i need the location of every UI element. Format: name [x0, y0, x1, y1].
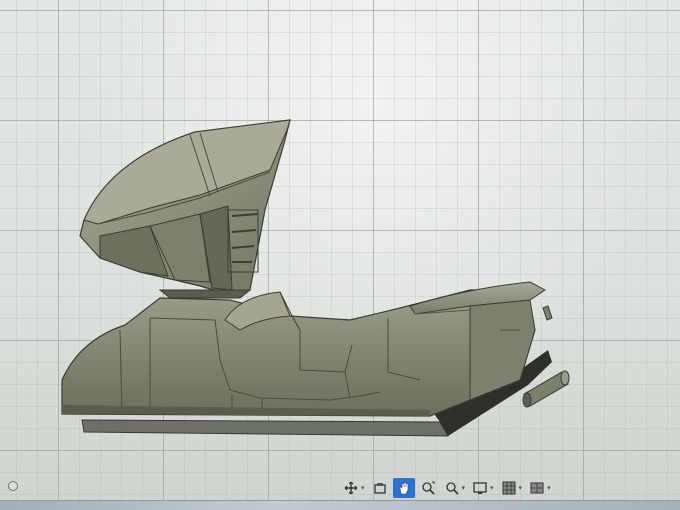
- zoom-window-icon[interactable]: [417, 478, 439, 498]
- hull: [61, 281, 546, 417]
- small-pin-part: [542, 305, 553, 321]
- monitor-bezel: [0, 500, 680, 510]
- orbit-icon[interactable]: [340, 478, 362, 498]
- pan-hand-icon[interactable]: [392, 478, 415, 498]
- cad-viewport[interactable]: ▾ ▾ ▾ ▾ ▾: [0, 0, 680, 510]
- grid-snap-icon[interactable]: [498, 478, 520, 498]
- canopy: [79, 119, 291, 299]
- display-settings-icon[interactable]: [469, 478, 491, 498]
- viewports-icon[interactable]: [526, 478, 548, 498]
- viewcube-home-icon[interactable]: [8, 481, 18, 491]
- look-at-icon[interactable]: [369, 478, 391, 498]
- navigation-toolbar: ▾ ▾ ▾ ▾ ▾: [340, 477, 553, 499]
- 3d-model[interactable]: [0, 0, 680, 510]
- zoom-icon[interactable]: [441, 478, 463, 498]
